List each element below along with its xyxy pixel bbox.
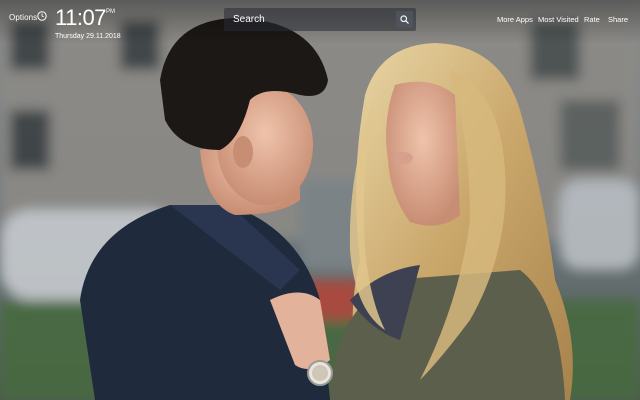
most-visited-link[interactable]: Most Visited xyxy=(538,15,579,24)
rate-link[interactable]: Rate xyxy=(584,15,600,24)
more-apps-link[interactable]: More Apps xyxy=(497,15,533,24)
share-link[interactable]: Share xyxy=(608,15,628,24)
clock-time: 11:07 xyxy=(55,5,106,30)
clock-date: Thursday 29.11.2018 xyxy=(55,33,121,40)
clock-ampm: PM xyxy=(106,9,115,15)
wallpaper-image xyxy=(0,0,640,400)
clock-icon[interactable] xyxy=(37,11,47,21)
options-button[interactable]: Options xyxy=(9,13,37,22)
search-input[interactable] xyxy=(224,8,394,31)
search-icon xyxy=(400,15,409,24)
search-button[interactable] xyxy=(396,11,413,28)
search-bar xyxy=(224,8,416,31)
